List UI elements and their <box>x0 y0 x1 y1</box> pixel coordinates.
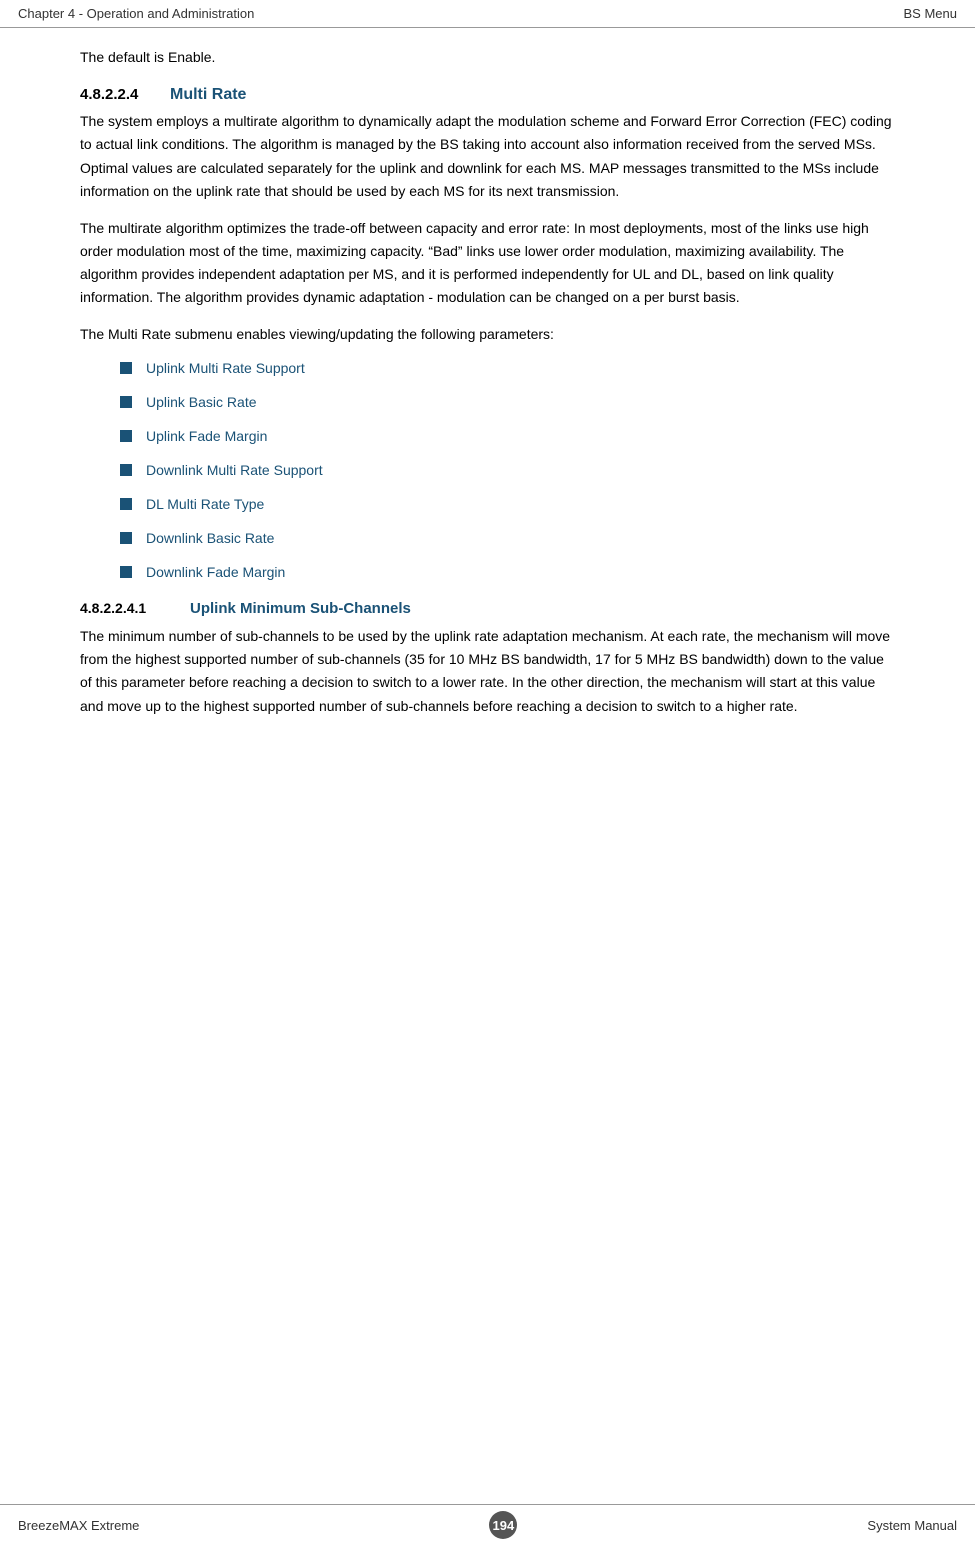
section-4822241-num: 4.8.2.2.4.1 <box>80 600 190 616</box>
bullet-label-1: Uplink Multi Rate Support <box>146 360 305 376</box>
bullet-label-2: Uplink Basic Rate <box>146 394 257 410</box>
bullet-icon-4 <box>120 464 132 476</box>
bullet-icon-2 <box>120 396 132 408</box>
section-482224-num: 4.8.2.2.4 <box>80 86 170 103</box>
section-482224-title: Multi Rate <box>170 86 246 104</box>
bullet-icon-3 <box>120 430 132 442</box>
header-left: Chapter 4 - Operation and Administration <box>18 6 254 21</box>
list-item: Uplink Fade Margin <box>120 428 895 444</box>
bullet-icon-7 <box>120 566 132 578</box>
bullet-icon-5 <box>120 498 132 510</box>
section-4822241-heading: 4.8.2.2.4.1 Uplink Minimum Sub-Channels <box>80 600 895 617</box>
bullet-label-4: Downlink Multi Rate Support <box>146 462 323 478</box>
header-right: BS Menu <box>904 6 957 21</box>
footer-page-number: 194 <box>489 1511 517 1539</box>
bullet-label-3: Uplink Fade Margin <box>146 428 267 444</box>
section-482224-heading: 4.8.2.2.4 Multi Rate <box>80 86 895 104</box>
list-item: DL Multi Rate Type <box>120 496 895 512</box>
bullet-icon-1 <box>120 362 132 374</box>
bullet-label-7: Downlink Fade Margin <box>146 564 285 580</box>
section-482224-para1: The system employs a multirate algorithm… <box>80 110 895 202</box>
bullet-list: Uplink Multi Rate Support Uplink Basic R… <box>120 360 895 580</box>
list-item: Uplink Multi Rate Support <box>120 360 895 376</box>
header-bar: Chapter 4 - Operation and Administration… <box>0 0 975 28</box>
list-item: Downlink Basic Rate <box>120 530 895 546</box>
content-area: The default is Enable. 4.8.2.2.4 Multi R… <box>0 28 975 792</box>
list-item: Downlink Multi Rate Support <box>120 462 895 478</box>
footer-bar: BreezeMAX Extreme 194 System Manual <box>0 1504 975 1545</box>
list-item: Uplink Basic Rate <box>120 394 895 410</box>
footer-left: BreezeMAX Extreme <box>18 1518 139 1533</box>
section-482224-para2: The multirate algorithm optimizes the tr… <box>80 217 895 309</box>
section-4822241-title: Uplink Minimum Sub-Channels <box>190 600 411 617</box>
intro-text: The default is Enable. <box>80 46 895 68</box>
bullet-label-5: DL Multi Rate Type <box>146 496 264 512</box>
bullet-label-6: Downlink Basic Rate <box>146 530 274 546</box>
footer-right: System Manual <box>867 1518 957 1533</box>
section-482224-para3: The Multi Rate submenu enables viewing/u… <box>80 323 895 346</box>
section-4822241-para1: The minimum number of sub-channels to be… <box>80 625 895 717</box>
bullet-icon-6 <box>120 532 132 544</box>
list-item: Downlink Fade Margin <box>120 564 895 580</box>
